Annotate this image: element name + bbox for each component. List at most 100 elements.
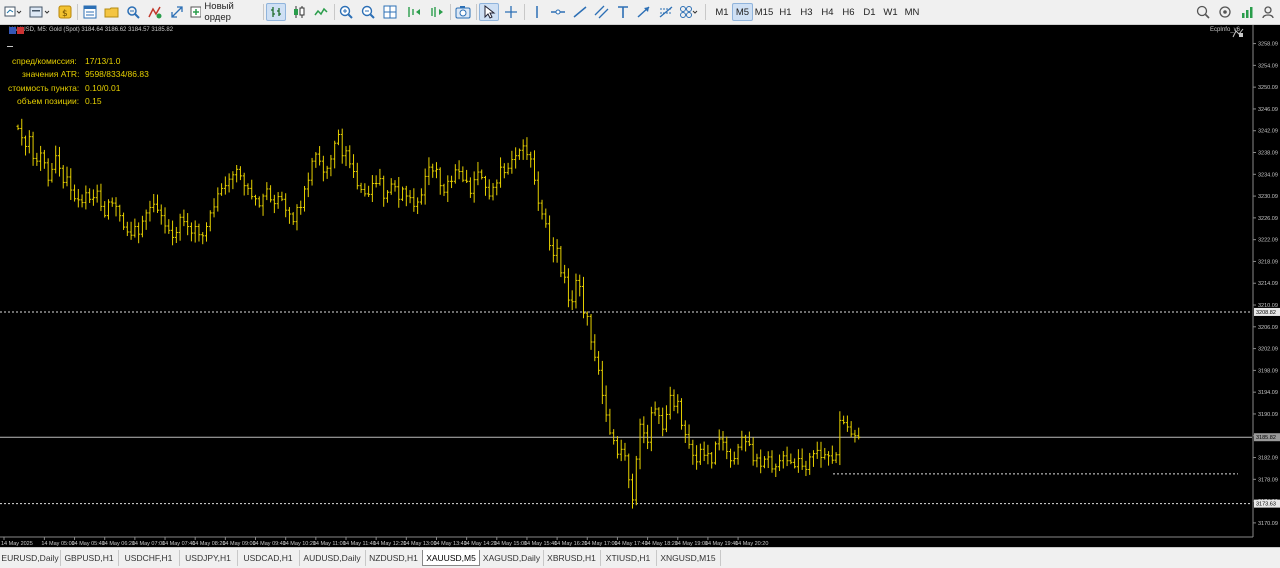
timeframe-m15[interactable]: M15 [753, 3, 775, 21]
price-tick-label: 3246.09 [1258, 107, 1278, 113]
symbol-tab[interactable]: XAGUSD,Daily [480, 550, 544, 566]
account-icon[interactable] [1259, 3, 1277, 21]
new-order-label: Новый ордер [204, 1, 234, 23]
info-spread-value: 17/13/1.0 [85, 56, 121, 66]
separator [77, 4, 78, 20]
price-tick-label: 3194.09 [1258, 390, 1278, 396]
chart-shift-icon[interactable] [427, 3, 447, 21]
price-tick-label: 3182.09 [1258, 456, 1278, 462]
price-level-label: 3173.63 [1256, 502, 1276, 508]
price-tick-label: 3222.09 [1258, 238, 1278, 244]
separator [705, 4, 706, 20]
data-window-icon[interactable] [125, 3, 143, 21]
price-tick-label: 3254.09 [1258, 63, 1278, 69]
timeframe-m1[interactable]: M1 [712, 3, 732, 21]
cursor-icon[interactable] [479, 3, 499, 21]
separator [263, 4, 264, 20]
autoscroll-icon[interactable] [404, 3, 424, 21]
price-tick-label: 3218.09 [1258, 259, 1278, 265]
zoom-in-icon[interactable] [337, 3, 355, 21]
zoom-out-icon[interactable] [359, 3, 377, 21]
fullscreen-icon[interactable] [168, 3, 186, 21]
symbol-tab[interactable]: USDCHF,H1 [118, 550, 180, 566]
arrow-icon[interactable] [634, 3, 654, 21]
new-order-icon [190, 6, 202, 18]
svg-text:$: $ [62, 9, 68, 19]
price-tick-label: 3226.09 [1258, 216, 1278, 222]
strategy-tester-icon[interactable] [146, 3, 164, 21]
indicator-dash [7, 46, 13, 47]
symbol-tab[interactable]: USDCAD,H1 [237, 550, 300, 566]
chart-header-text: XAUUSD, M5: Gold (Spot) 3184.64 3186.62 … [9, 27, 174, 33]
info-atr-value: 9598/8334/86.83 [85, 69, 149, 79]
line-chart-icon[interactable] [311, 3, 331, 21]
timeframe-m5[interactable]: M5 [732, 3, 753, 21]
algo-trading-icon[interactable]: $ [57, 3, 73, 21]
info-atr-label: значения ATR: [22, 69, 80, 79]
info-volume-value: 0.15 [85, 96, 102, 106]
info-spread-label: спред/комиссия: [12, 56, 77, 66]
separator [334, 4, 335, 20]
toolbar: $ Новый ордер M1 M5 M15 H1 H3 H4 H6 D1 W… [0, 0, 1280, 25]
price-tick-label: 3206.09 [1258, 325, 1278, 331]
candlestick-icon[interactable] [289, 3, 309, 21]
horizontal-line-icon[interactable] [548, 3, 568, 21]
trendline-icon[interactable] [570, 3, 590, 21]
symbol-tab[interactable]: EURUSD,Daily [0, 550, 61, 566]
symbol-tab[interactable]: XNGUSD,M15 [656, 550, 721, 566]
separator [476, 4, 477, 20]
info-volume-label: объем позиции: [17, 96, 80, 106]
timeframe-w1[interactable]: W1 [880, 3, 901, 21]
symbol-flag-icon [9, 27, 24, 34]
price-tick-label: 3234.09 [1258, 172, 1278, 178]
symbol-tab[interactable]: GBPUSD,H1 [60, 550, 119, 566]
templates-icon[interactable] [28, 3, 52, 21]
timeframe-h4[interactable]: H4 [817, 3, 838, 21]
price-tick-label: 3250.09 [1258, 85, 1278, 91]
symbol-tab[interactable]: NZDUSD,H1 [365, 550, 423, 566]
navigator-icon[interactable] [103, 3, 121, 21]
price-tick-label: 3202.09 [1258, 347, 1278, 353]
timeframe-h3[interactable]: H3 [796, 3, 817, 21]
price-tick-label: 3198.09 [1258, 368, 1278, 374]
text-icon[interactable] [614, 3, 632, 21]
chart-header: XAUUSD, M5: Gold (Spot) 3184.64 3186.62 … [9, 27, 174, 34]
timeframe-h6[interactable]: H6 [838, 3, 859, 21]
crosshair-icon[interactable] [502, 3, 520, 21]
symbol-tab[interactable]: XAUUSD,M5 [422, 550, 480, 566]
screenshot-icon[interactable] [453, 3, 473, 21]
chart-type-icon[interactable] [2, 3, 24, 21]
vertical-line-icon[interactable] [528, 3, 546, 21]
bar-chart-icon[interactable] [266, 3, 286, 21]
timeframe-mn[interactable]: MN [901, 3, 923, 21]
quick-search-icon[interactable] [1194, 3, 1212, 21]
price-tick-label: 3170.09 [1258, 521, 1278, 527]
symbol-tab[interactable]: AUDUSD,Daily [299, 550, 366, 566]
separator [450, 4, 451, 20]
symbol-tab[interactable]: XBRUSD,H1 [543, 550, 601, 566]
new-order-button[interactable]: Новый ордер [190, 1, 260, 23]
symbol-tab[interactable]: XTIUSD,H1 [600, 550, 657, 566]
tile-windows-icon[interactable] [381, 3, 399, 21]
timeframe-h1[interactable]: H1 [775, 3, 796, 21]
timeframe-d1[interactable]: D1 [859, 3, 880, 21]
price-chart[interactable]: 3258.09 3254.09 3250.09 3246.09 3242.09 3238.… [0, 25, 1280, 547]
info-point-cost-value: 0.10/0.01 [85, 83, 121, 93]
price-tick-label: 3178.09 [1258, 477, 1278, 483]
signals-icon[interactable] [1238, 3, 1256, 21]
price-tick-label: 3242.09 [1258, 129, 1278, 135]
price-tick-label: 3190.09 [1258, 412, 1278, 418]
price-tick-label: 3238.09 [1258, 151, 1278, 157]
settings-icon[interactable] [1216, 3, 1234, 21]
fibonacci-icon[interactable] [656, 3, 676, 21]
market-watch-icon[interactable] [81, 3, 99, 21]
channel-icon[interactable] [592, 3, 612, 21]
symbol-tab[interactable]: USDJPY,H1 [179, 550, 238, 566]
price-level-label: 3185.82 [1256, 435, 1276, 441]
price-tick-label: 3230.09 [1258, 194, 1278, 200]
shapes-menu-icon[interactable] [678, 3, 700, 21]
symbol-tabs: EURUSD,Daily GBPUSD,H1 USDCHF,H1 USDJPY,H1 U… [0, 547, 1280, 568]
price-tick-label: 3258.09 [1258, 42, 1278, 48]
price-tick-label: 3214.09 [1258, 281, 1278, 287]
price-level-label: 3208.82 [1256, 310, 1276, 316]
